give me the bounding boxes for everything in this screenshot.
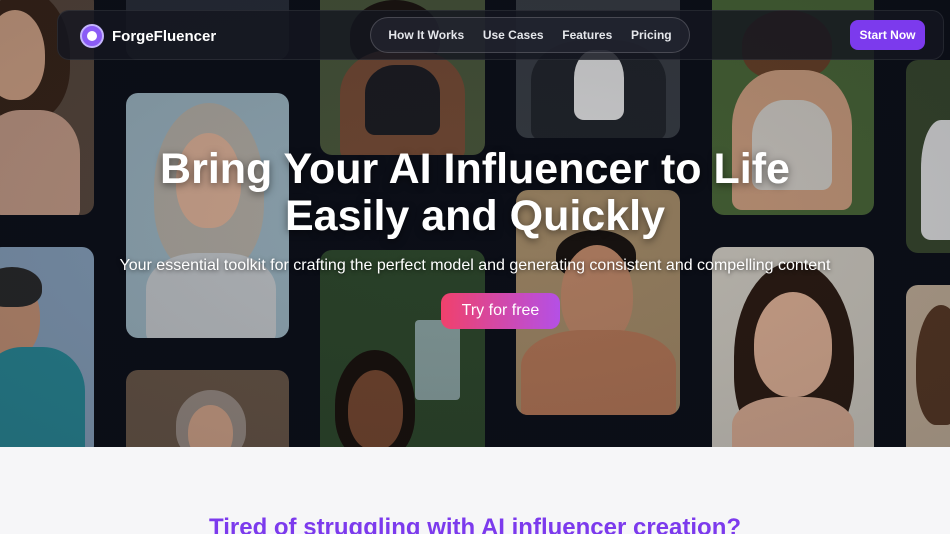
start-now-button[interactable]: Start Now [850, 20, 925, 50]
try-for-free-button[interactable]: Try for free [441, 293, 560, 329]
section-title: Tired of struggling with AI influencer c… [208, 514, 742, 534]
nav-link-pricing[interactable]: Pricing [631, 28, 672, 42]
headline-line-2: Easily and Quickly [284, 192, 665, 240]
nav-links: How It Works Use Cases Features Pricing [370, 17, 690, 53]
brand-name: ForgeFluencer [112, 27, 217, 45]
avatar-logo-icon [80, 24, 104, 48]
hero-headline: Bring Your AI Influencer to Life Easily … [0, 146, 950, 240]
nav-link-features[interactable]: Features [562, 28, 612, 42]
top-navbar: ForgeFluencer How It Works Use Cases Fea… [57, 10, 944, 60]
hero-section: Bring Your AI Influencer to Life Easily … [0, 0, 950, 447]
nav-link-how-it-works[interactable]: How It Works [388, 28, 464, 42]
problem-section: Tired of struggling with AI influencer c… [0, 447, 950, 534]
nav-link-use-cases[interactable]: Use Cases [483, 28, 544, 42]
headline-line-1: Bring Your AI Influencer to Life [160, 145, 790, 193]
brand-logo[interactable]: ForgeFluencer [80, 24, 216, 48]
hero-subheadline: Your essential toolkit for crafting the … [119, 257, 831, 274]
